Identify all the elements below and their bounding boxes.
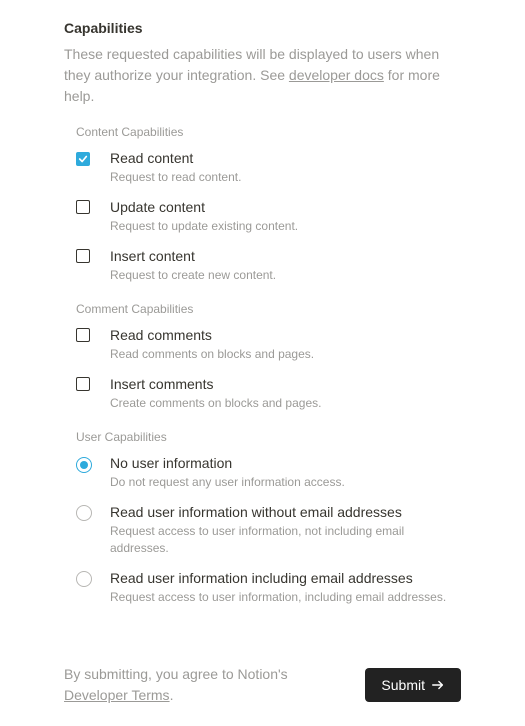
option-label: Insert comments — [110, 375, 461, 393]
radio-dot-icon — [80, 461, 88, 469]
arrow-right-icon — [431, 678, 445, 692]
checkbox-insert-content[interactable] — [76, 249, 90, 263]
option-desc: Request to update existing content. — [110, 218, 461, 235]
option-label: Read user information including email ad… — [110, 569, 461, 587]
capabilities-heading: Capabilities — [64, 20, 461, 36]
checkbox-read-content[interactable] — [76, 152, 90, 166]
checkbox-read-comments[interactable] — [76, 328, 90, 342]
option-read-comments: Read comments Read comments on blocks an… — [76, 326, 461, 363]
terms-pre: By submitting, you agree to Notion's — [64, 666, 288, 682]
radio-no-user-info[interactable] — [76, 457, 92, 473]
content-group-title: Content Capabilities — [76, 125, 461, 139]
option-label: No user information — [110, 454, 461, 472]
terms-text: By submitting, you agree to Notion's Dev… — [64, 664, 353, 706]
option-insert-comments: Insert comments Create comments on block… — [76, 375, 461, 412]
option-update-content: Update content Request to update existin… — [76, 198, 461, 235]
option-read-content: Read content Request to read content. — [76, 149, 461, 186]
option-label: Insert content — [110, 247, 461, 265]
terms-post: . — [170, 687, 174, 703]
user-group-title: User Capabilities — [76, 430, 461, 444]
option-no-user-info: No user information Do not request any u… — [76, 454, 461, 491]
option-desc: Do not request any user information acce… — [110, 474, 461, 491]
option-desc: Request access to user information, incl… — [110, 589, 461, 606]
check-icon — [78, 154, 88, 164]
comment-capabilities-group: Comment Capabilities Read comments Read … — [64, 302, 461, 412]
developer-docs-link[interactable]: developer docs — [289, 67, 384, 83]
option-desc: Read comments on blocks and pages. — [110, 346, 461, 363]
radio-user-no-email[interactable] — [76, 505, 92, 521]
option-desc: Request to read content. — [110, 169, 461, 186]
option-desc: Request access to user information, not … — [110, 523, 461, 557]
option-user-no-email: Read user information without email addr… — [76, 503, 461, 557]
comment-group-title: Comment Capabilities — [76, 302, 461, 316]
user-capabilities-group: User Capabilities No user information Do… — [64, 430, 461, 606]
option-insert-content: Insert content Request to create new con… — [76, 247, 461, 284]
checkbox-insert-comments[interactable] — [76, 377, 90, 391]
option-label: Read content — [110, 149, 461, 167]
capabilities-description: These requested capabilities will be dis… — [64, 44, 461, 107]
option-label: Read user information without email addr… — [110, 503, 461, 521]
submit-button[interactable]: Submit — [365, 668, 461, 702]
option-label: Update content — [110, 198, 461, 216]
developer-terms-link[interactable]: Developer Terms — [64, 687, 170, 703]
footer: By submitting, you agree to Notion's Dev… — [64, 664, 461, 706]
option-desc: Create comments on blocks and pages. — [110, 395, 461, 412]
content-capabilities-group: Content Capabilities Read content Reques… — [64, 125, 461, 284]
option-label: Read comments — [110, 326, 461, 344]
option-user-with-email: Read user information including email ad… — [76, 569, 461, 606]
radio-user-with-email[interactable] — [76, 571, 92, 587]
submit-label: Submit — [381, 677, 425, 693]
option-desc: Request to create new content. — [110, 267, 461, 284]
checkbox-update-content[interactable] — [76, 200, 90, 214]
